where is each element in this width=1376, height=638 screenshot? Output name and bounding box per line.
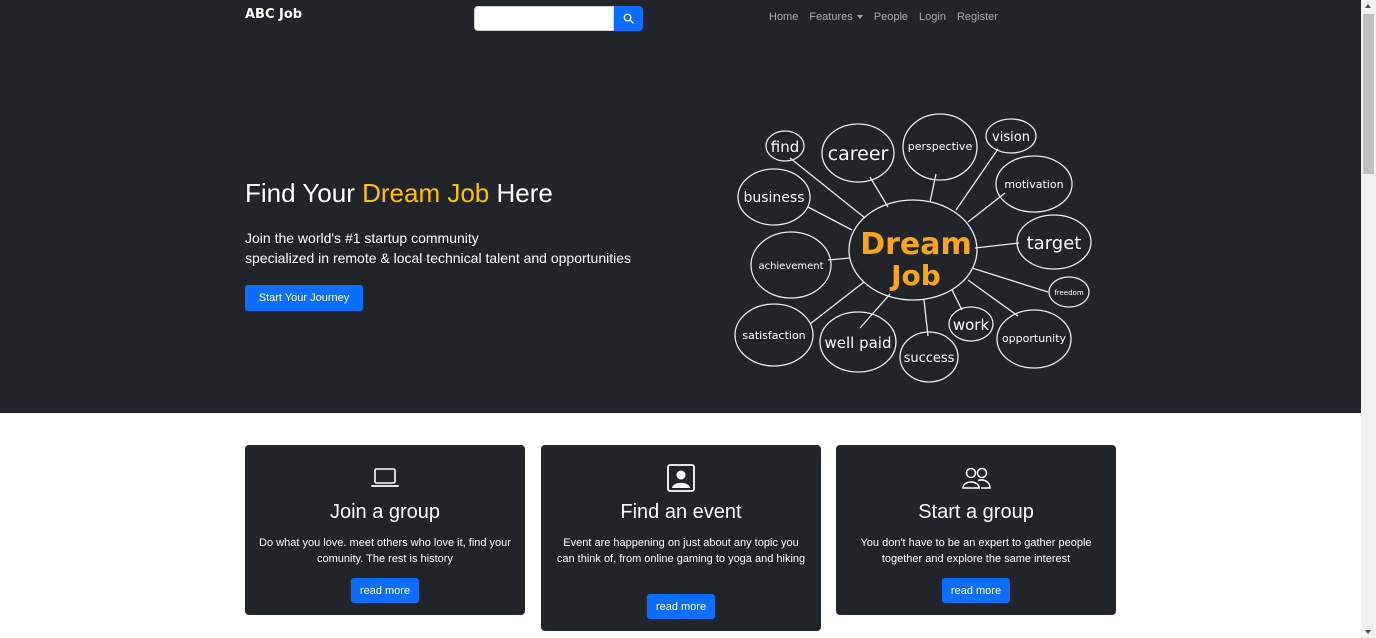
mindmap-word-find: find — [771, 138, 799, 156]
laptop-icon — [370, 463, 400, 493]
nav-features-label: Features — [809, 11, 853, 23]
read-more-button[interactable]: read more — [646, 594, 716, 619]
chevron-down-icon — [856, 15, 863, 20]
mindmap-word-success: success — [904, 351, 955, 366]
mindmap-word-target: target — [1027, 233, 1082, 254]
hero-section — [0, 0, 1361, 413]
mindmap-word-career: career — [828, 143, 889, 165]
nav-features-dropdown[interactable]: Features — [809, 11, 863, 23]
hero-title-post: Here — [489, 178, 553, 208]
search-input[interactable] — [474, 6, 614, 31]
search-button[interactable] — [614, 6, 643, 31]
card-start-group: Start a group You don't have to be an ex… — [836, 445, 1116, 615]
mindmap-word-satisfaction: satisfaction — [742, 329, 805, 342]
hero-subtitle-line1: Join the world's #1 startup community — [245, 230, 479, 246]
mindmap-word-achievement: achievement — [758, 261, 823, 272]
scroll-down-arrow-icon[interactable] — [1365, 630, 1371, 634]
hero-title-pre: Find Your — [245, 178, 363, 208]
card-text: Event are happening on just about any to… — [556, 537, 806, 565]
mindmap-word-motivation: motivation — [1004, 178, 1063, 191]
search-form — [474, 6, 643, 31]
hero-title-accent: Dream Job — [362, 178, 490, 208]
hero-title: Find Your Dream Job Here — [245, 178, 553, 209]
read-more-button[interactable]: read more — [350, 578, 420, 603]
mindmap-word-freedom: freedom — [1054, 289, 1084, 297]
card-title: Start a group — [918, 501, 1034, 523]
mindmap-word-well-paid: well paid — [824, 334, 891, 352]
card-text: Do what you love. meet others who love i… — [259, 537, 511, 565]
mindmap-center-line1: Dream — [860, 227, 972, 262]
read-more-button[interactable]: read more — [941, 578, 1011, 603]
nav-home[interactable]: Home — [769, 11, 798, 23]
brand-logo[interactable]: ABC Job — [245, 7, 302, 22]
mindmap-center-line2: Job — [889, 259, 941, 292]
person-portrait-icon — [666, 463, 696, 493]
start-journey-button[interactable]: Start Your Journey — [245, 285, 363, 311]
dream-job-mindmap-illustration: Dream Job find career perspective vision… — [734, 113, 1092, 383]
card-title: Join a group — [329, 501, 441, 523]
scroll-up-arrow-icon[interactable] — [1365, 4, 1371, 8]
scroll-thumb[interactable] — [1363, 14, 1374, 174]
nav-people[interactable]: People — [874, 11, 908, 23]
search-icon — [623, 13, 634, 24]
mindmap-word-opportunity: opportunity — [1002, 332, 1067, 345]
people-icon — [961, 463, 991, 493]
card-join-group: Join a group Do what you love. meet othe… — [245, 445, 525, 615]
card-text: You don't have to be an expert to gather… — [860, 537, 1092, 565]
nav-menu: Home Features People Login Register — [769, 11, 998, 23]
card-find-event: Find an event Event are happening on jus… — [541, 445, 821, 631]
page-scrollbar[interactable] — [1361, 0, 1376, 638]
mindmap-word-perspective: perspective — [908, 140, 973, 153]
card-title: Find an event — [620, 501, 742, 523]
nav-login[interactable]: Login — [919, 11, 946, 23]
mindmap-word-business: business — [743, 190, 804, 206]
mindmap-word-work: work — [953, 316, 990, 334]
nav-register[interactable]: Register — [957, 11, 998, 23]
hero-subtitle-line2: specialized in remote & local technical … — [245, 250, 632, 266]
hero-subtitle: Join the world's #1 startup community sp… — [245, 228, 631, 268]
mindmap-word-vision: vision — [992, 130, 1030, 145]
